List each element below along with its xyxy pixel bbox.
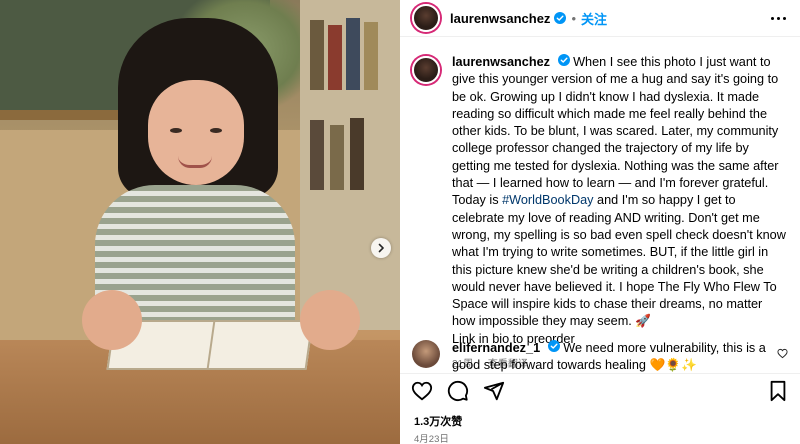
hashtag-link[interactable]: #WorldBookDay bbox=[502, 193, 593, 207]
post-date: 4月23日 bbox=[414, 434, 449, 444]
comment-item: elifernandez_1 We need more vulnerabilit… bbox=[412, 340, 788, 373]
caption: laurenwsanchez When I see this photo I j… bbox=[412, 54, 786, 373]
carousel-next-button[interactable] bbox=[371, 238, 391, 258]
photo-girl-eye bbox=[170, 128, 182, 133]
photo-girl-eye bbox=[210, 128, 222, 133]
chevron-right-icon bbox=[378, 243, 384, 253]
verified-badge-icon bbox=[547, 340, 560, 352]
comment-like-icon[interactable] bbox=[777, 346, 788, 373]
post-detail-panel: laurenwsanchez • 关注 laurenwsanchez When … bbox=[400, 0, 800, 444]
comments-section: laurenwsanchez When I see this photo I j… bbox=[400, 37, 800, 373]
photo-bookshelf bbox=[300, 0, 400, 330]
likes-count[interactable]: 1.3万次赞 bbox=[414, 413, 462, 429]
header-separator: • bbox=[571, 10, 576, 26]
comment-body: elifernandez_1 We need more vulnerabilit… bbox=[452, 340, 772, 373]
verified-badge-icon bbox=[557, 54, 570, 66]
caption-avatar[interactable] bbox=[412, 56, 440, 84]
caption-body: laurenwsanchez When I see this photo I j… bbox=[452, 54, 786, 373]
photo-girl-hand bbox=[82, 290, 142, 350]
bookmark-icon[interactable] bbox=[766, 379, 790, 403]
commenter-avatar[interactable] bbox=[412, 340, 440, 368]
photo-girl-face bbox=[148, 80, 244, 185]
paper-plane-icon[interactable] bbox=[482, 379, 506, 403]
comment-bubble-icon[interactable] bbox=[446, 379, 470, 403]
caption-username[interactable]: laurenwsanchez bbox=[452, 55, 550, 69]
post-header: laurenwsanchez • 关注 bbox=[400, 0, 800, 37]
photo-girl-hand bbox=[300, 290, 360, 350]
post-photo[interactable] bbox=[0, 0, 400, 444]
verified-badge-icon bbox=[554, 12, 567, 24]
caption-text-continued: and I'm so happy I get to celebrate my l… bbox=[452, 193, 786, 329]
author-username[interactable]: laurenwsanchez bbox=[450, 11, 550, 26]
post-actions-bar bbox=[400, 373, 800, 407]
more-options-icon[interactable] bbox=[771, 16, 786, 20]
heart-icon[interactable] bbox=[410, 379, 434, 403]
author-avatar[interactable] bbox=[412, 4, 440, 32]
caption-text: When I see this photo I just want to giv… bbox=[452, 55, 779, 208]
commenter-username[interactable]: elifernandez_1 bbox=[452, 341, 540, 355]
follow-button[interactable]: 关注 bbox=[581, 9, 607, 28]
